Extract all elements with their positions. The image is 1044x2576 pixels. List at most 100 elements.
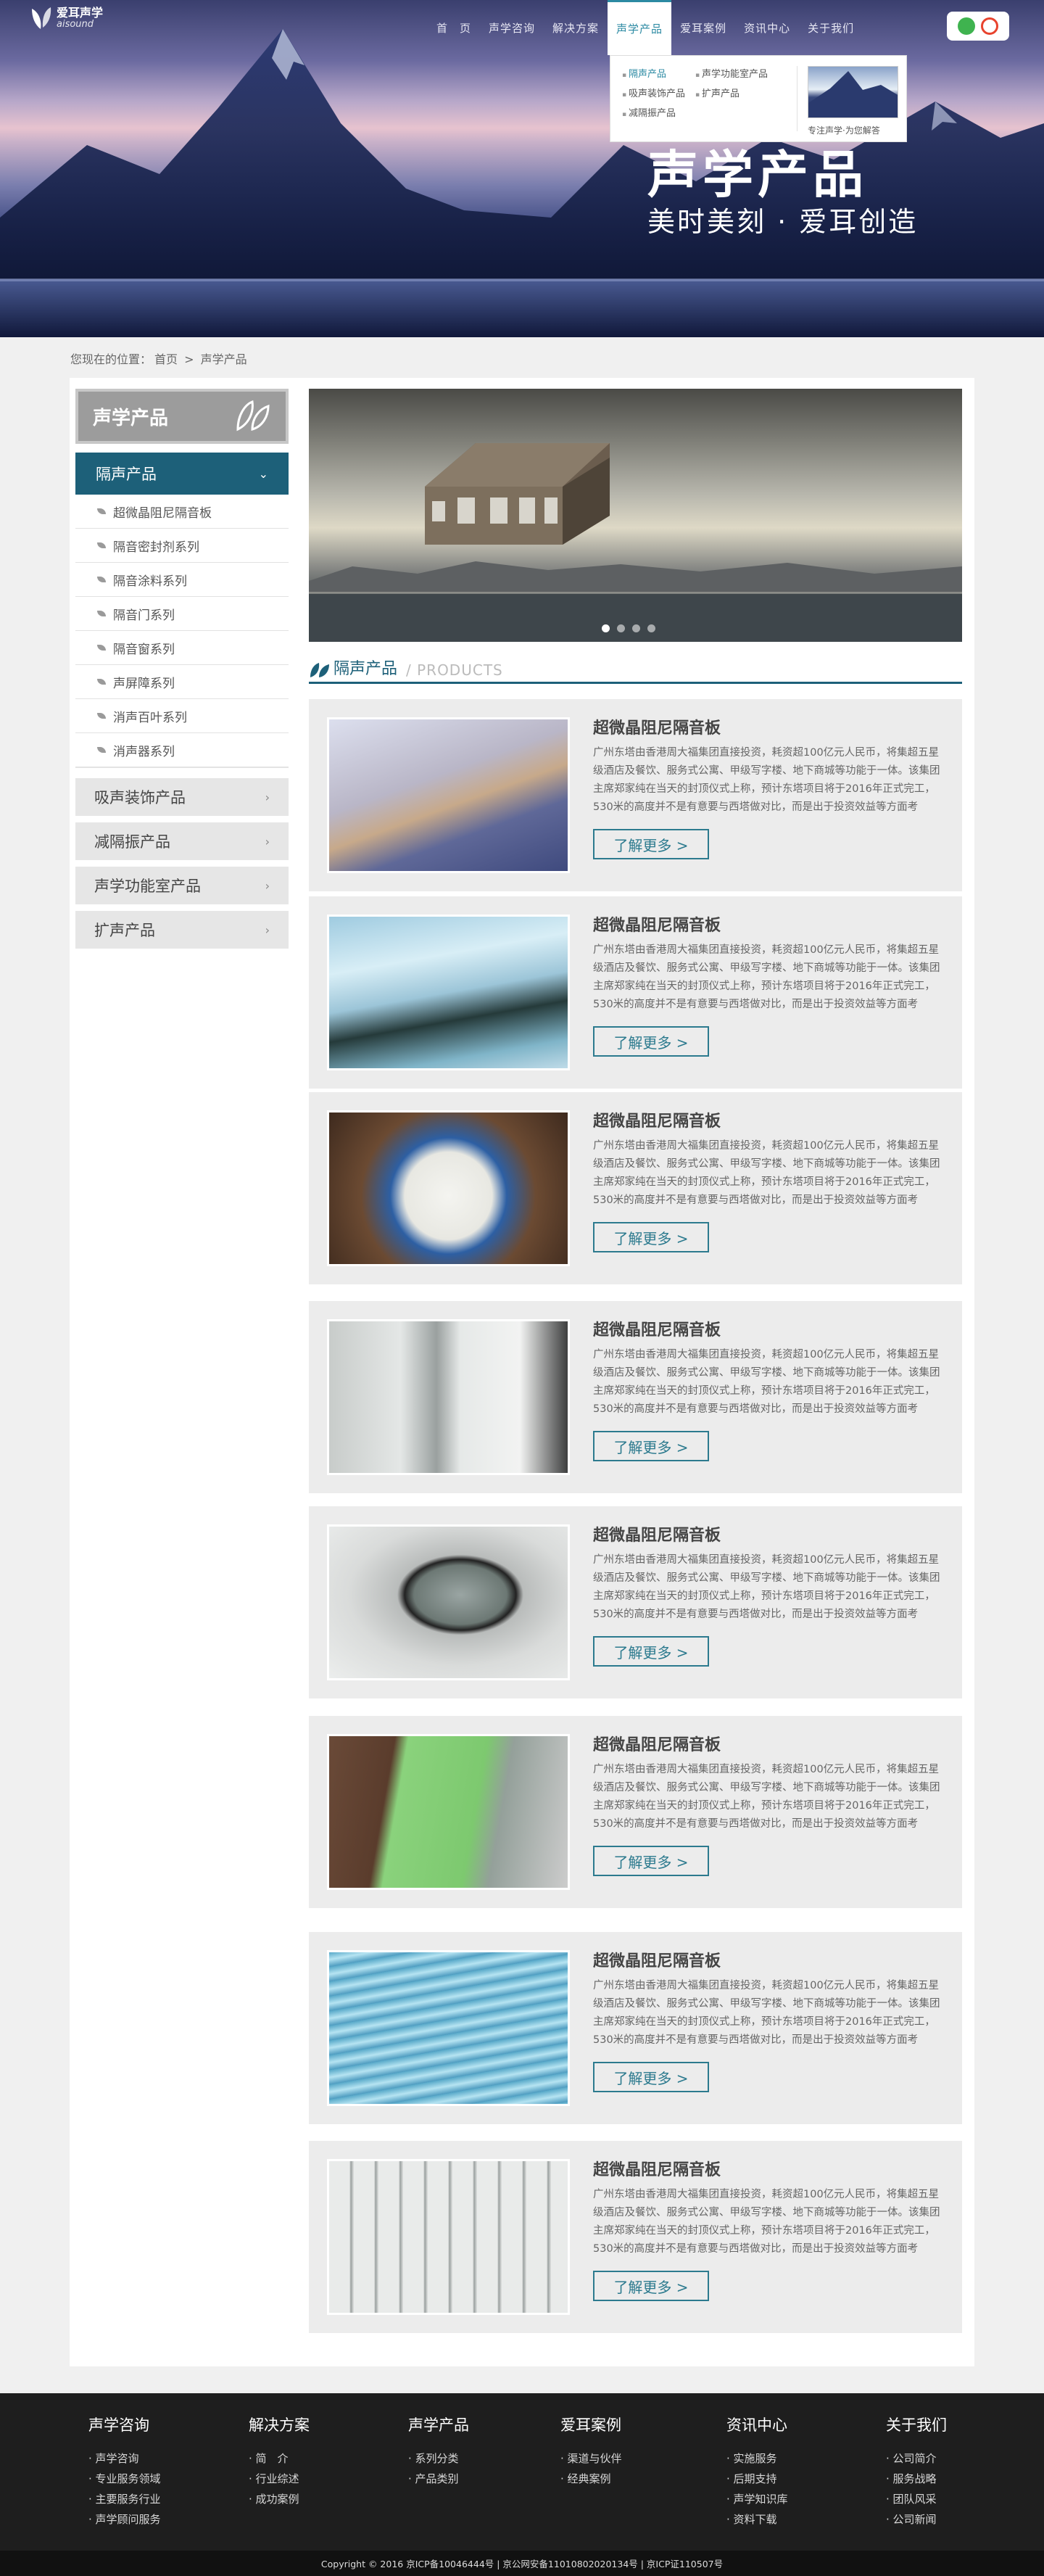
footer-link[interactable]: 资料下载 — [726, 2509, 788, 2530]
footer-heading[interactable]: 资讯中心 — [726, 2414, 788, 2435]
slider-dot[interactable] — [617, 624, 625, 632]
product-title[interactable]: 超微晶阻尼隔音板 — [593, 912, 721, 936]
product-card: 超微晶阻尼隔音板 广州东塔由香港周大福集团直接投资，耗资超100亿元人民币，将集… — [309, 699, 962, 891]
sidebar-item[interactable]: 隔音门系列 — [75, 597, 289, 631]
product-title[interactable]: 超微晶阻尼隔音板 — [593, 1732, 721, 1755]
sidebar-category[interactable]: 减隔振产品 › — [75, 822, 289, 860]
sidebar-item[interactable]: 隔音涂料系列 — [75, 563, 289, 597]
footer-heading[interactable]: 声学产品 — [408, 2414, 469, 2435]
products-dropdown-menu: 隔声产品 声学功能室产品 吸声装饰产品 扩声产品 减隔振产品 专注声学·为您解答 — [610, 55, 907, 142]
product-title[interactable]: 超微晶阻尼隔音板 — [593, 1522, 721, 1545]
sidebar-category[interactable]: 扩声产品 › — [75, 911, 289, 949]
dropdown-thumbnail-image[interactable] — [808, 66, 898, 118]
slider-dot[interactable] — [602, 624, 610, 632]
learn-more-button[interactable]: 了解更多 > — [593, 2062, 709, 2092]
product-title[interactable]: 超微晶阻尼隔音板 — [593, 715, 721, 738]
footer-link[interactable]: 简 介 — [249, 2448, 310, 2469]
dropdown-link-functional-room[interactable]: 声学功能室产品 — [695, 66, 768, 80]
chevron-down-icon: ⌄ — [258, 466, 268, 481]
sidebar-item[interactable]: 声屏障系列 — [75, 665, 289, 699]
product-image[interactable] — [327, 1734, 570, 1890]
sidebar-item[interactable]: 消声器系列 — [75, 733, 289, 767]
hero-slogan: 美时美刻 · 爱耳创造 — [647, 206, 919, 238]
footer-link[interactable]: 经典案例 — [560, 2469, 622, 2489]
breadcrumb-home[interactable]: 首页 — [154, 352, 178, 366]
sidebar-item[interactable]: 超微晶阻尼隔音板 — [75, 495, 289, 529]
footer-column-news: 资讯中心 实施服务 后期支持 声学知识库 资料下载 — [726, 2414, 788, 2530]
logo[interactable]: 爱耳声学 aisound — [30, 6, 103, 30]
dropdown-link-absorption[interactable]: 吸声装饰产品 — [622, 86, 691, 99]
nav-about[interactable]: 关于我们 — [799, 0, 863, 55]
footer-column-products: 声学产品 系列分类 产品类别 — [408, 2414, 469, 2489]
learn-more-button[interactable]: 了解更多 > — [593, 1431, 709, 1461]
sidebar-group-sound-insulation[interactable]: 隔声产品 ⌄ — [75, 453, 289, 495]
product-title[interactable]: 超微晶阻尼隔音板 — [593, 1948, 721, 1971]
footer-link[interactable]: 公司新闻 — [886, 2509, 947, 2530]
chevron-right-icon: › — [265, 878, 270, 893]
footer-link[interactable]: 渠道与伙伴 — [560, 2448, 622, 2469]
sidebar-category[interactable]: 声学功能室产品 › — [75, 867, 289, 904]
sidebar-item[interactable]: 隔音窗系列 — [75, 631, 289, 665]
footer-link[interactable]: 团队风采 — [886, 2489, 947, 2509]
nav-news[interactable]: 资讯中心 — [735, 0, 799, 55]
nav-consulting[interactable]: 声学咨询 — [480, 0, 544, 55]
footer-link[interactable]: 后期支持 — [726, 2469, 788, 2489]
sidebar-category[interactable]: 吸声装饰产品 › — [75, 778, 289, 816]
footer-heading[interactable]: 爱耳案例 — [560, 2414, 622, 2435]
product-image[interactable] — [327, 1950, 570, 2106]
product-title[interactable]: 超微晶阻尼隔音板 — [593, 2157, 721, 2180]
footer-link[interactable]: 实施服务 — [726, 2448, 788, 2469]
learn-more-button[interactable]: 了解更多 > — [593, 1222, 709, 1252]
sidebar-item[interactable]: 消声百叶系列 — [75, 699, 289, 733]
footer-link[interactable]: 声学咨询 — [88, 2448, 161, 2469]
dropdown-link-sound-insulation[interactable]: 隔声产品 — [622, 66, 691, 80]
learn-more-button[interactable]: 了解更多 > — [593, 1636, 709, 1667]
product-title[interactable]: 超微晶阻尼隔音板 — [593, 1317, 721, 1340]
nav-cases[interactable]: 爱耳案例 — [671, 0, 735, 55]
breadcrumb-current: 声学产品 — [200, 352, 247, 366]
footer-link[interactable]: 公司简介 — [886, 2448, 947, 2469]
footer-link[interactable]: 声学知识库 — [726, 2489, 788, 2509]
footer-link[interactable]: 服务战略 — [886, 2469, 947, 2489]
nav-products[interactable]: 声学产品 — [608, 0, 672, 55]
product-image[interactable] — [327, 1319, 570, 1475]
learn-more-button[interactable]: 了解更多 > — [593, 829, 709, 859]
footer-column-consulting: 声学咨询 声学咨询 专业服务领域 主要服务行业 声学顾问服务 — [88, 2414, 161, 2530]
learn-more-button[interactable]: 了解更多 > — [593, 1026, 709, 1057]
dropdown-link-amplification[interactable]: 扩声产品 — [695, 86, 768, 99]
footer-link[interactable]: 产品类别 — [408, 2469, 469, 2489]
learn-more-button[interactable]: 了解更多 > — [593, 1846, 709, 1876]
footer-link[interactable]: 专业服务领域 — [88, 2469, 161, 2489]
footer-heading[interactable]: 解决方案 — [249, 2414, 310, 2435]
footer-heading[interactable]: 声学咨询 — [88, 2414, 161, 2435]
product-image[interactable] — [327, 1110, 570, 1266]
product-description: 广州东塔由香港周大福集团直接投资，耗资超100亿元人民币，将集超五星级酒店及餐饮… — [593, 944, 940, 1010]
dropdown-link-vibration[interactable]: 减隔振产品 — [622, 105, 691, 119]
footer-link[interactable]: 行业综述 — [249, 2469, 310, 2489]
nav-home[interactable]: 首 页 — [428, 0, 480, 55]
footer-link[interactable]: 主要服务行业 — [88, 2489, 161, 2509]
product-card: 超微晶阻尼隔音板 广州东塔由香港周大福集团直接投资，耗资超100亿元人民币，将集… — [309, 1506, 962, 1698]
sidebar-category-label: 减隔振产品 — [94, 833, 170, 851]
footer: 声学咨询 声学咨询 专业服务领域 主要服务行业 声学顾问服务 解决方案 简 介 … — [0, 2393, 1044, 2551]
footer-heading[interactable]: 关于我们 — [886, 2414, 947, 2435]
nav-solutions[interactable]: 解决方案 — [544, 0, 608, 55]
footer-link[interactable]: 系列分类 — [408, 2448, 469, 2469]
product-image[interactable] — [327, 717, 570, 873]
footer-link[interactable]: 成功案例 — [249, 2489, 310, 2509]
weibo-icon[interactable] — [981, 17, 998, 35]
sidebar-item[interactable]: 隔音密封剂系列 — [75, 529, 289, 563]
learn-more-button[interactable]: 了解更多 > — [593, 2271, 709, 2301]
hero-banner: 爱耳声学 aisound 首 页 声学咨询 解决方案 声学产品 爱耳案例 资讯中… — [0, 0, 1044, 337]
product-title[interactable]: 超微晶阻尼隔音板 — [593, 1108, 721, 1131]
breadcrumb-separator: > — [184, 352, 194, 366]
footer-link[interactable]: 声学顾问服务 — [88, 2509, 161, 2530]
slider-dot[interactable] — [647, 624, 655, 632]
product-image[interactable] — [327, 2159, 570, 2315]
wechat-icon[interactable] — [958, 17, 975, 35]
footer-column-cases: 爱耳案例 渠道与伙伴 经典案例 — [560, 2414, 622, 2489]
product-image[interactable] — [327, 915, 570, 1070]
slider-dot[interactable] — [632, 624, 640, 632]
product-description: 广州东塔由香港周大福集团直接投资，耗资超100亿元人民币，将集超五星级酒店及餐饮… — [593, 1764, 940, 1830]
product-image[interactable] — [327, 1524, 570, 1680]
